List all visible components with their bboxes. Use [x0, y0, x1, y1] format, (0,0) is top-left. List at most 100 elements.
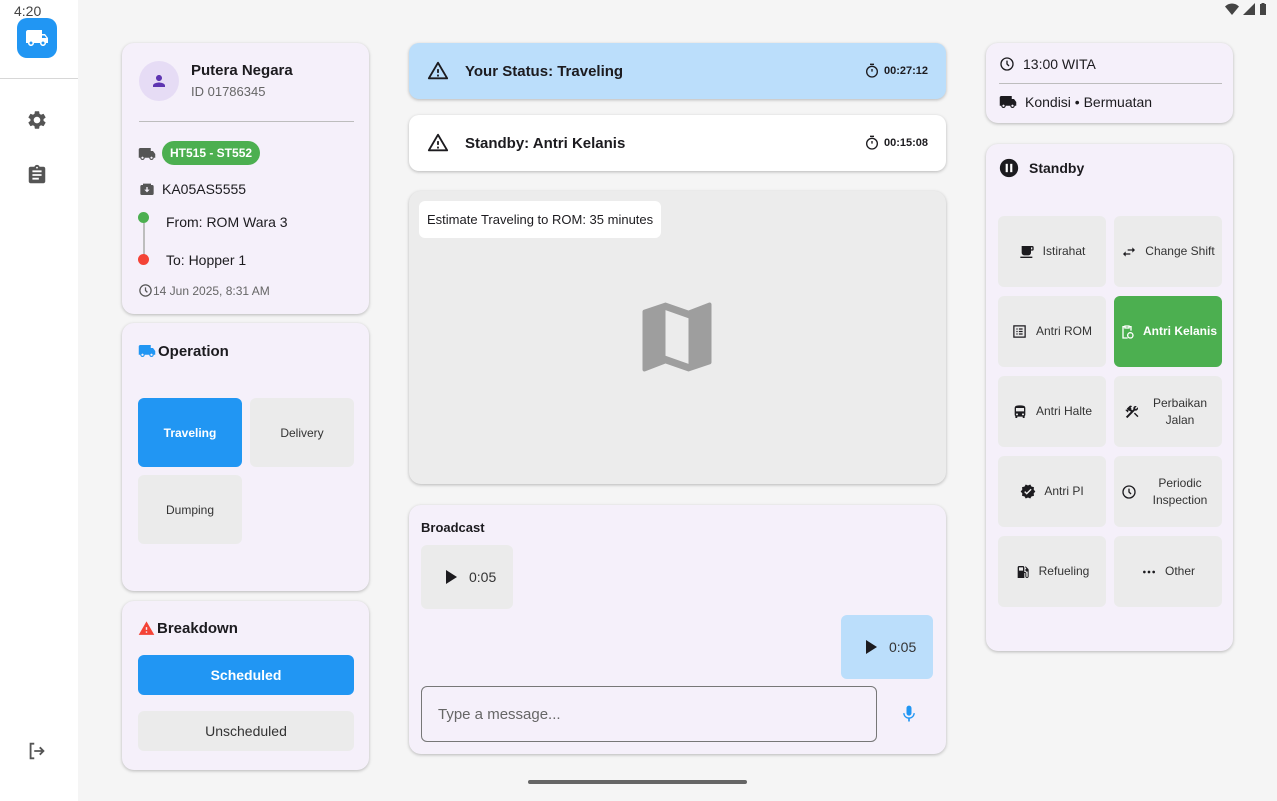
current-status-timer: 00:27:12: [864, 63, 928, 79]
map-icon: [642, 302, 712, 372]
info-divider: [999, 83, 1222, 84]
standby-other-button[interactable]: Other: [1114, 536, 1222, 607]
clock-icon: [139, 284, 152, 297]
fuel-icon: [1015, 564, 1031, 580]
clipboard-icon: [28, 164, 46, 184]
standby-status-time: 00:15:08: [883, 137, 928, 149]
list-icon: [1012, 324, 1028, 340]
standby-status-timer: 00:15:08: [864, 135, 928, 151]
settings-button[interactable]: [25, 108, 49, 132]
breakdown-card: Breakdown Scheduled Unscheduled: [122, 601, 369, 770]
mic-icon: [903, 705, 915, 722]
clock-icon: [1121, 484, 1137, 500]
standby-perbaikan-jalan-button[interactable]: Perbaikan Jalan: [1114, 376, 1222, 447]
destination-dot: [138, 254, 149, 265]
standby-header: Standby: [999, 158, 1084, 178]
info-time: 13:00 WITA: [1023, 56, 1096, 72]
logout-icon: [29, 742, 45, 760]
current-status-bar: Your Status: Traveling 00:27:12: [409, 43, 946, 99]
broadcast-title: Broadcast: [421, 520, 485, 535]
voice-message-outgoing[interactable]: 0:05: [841, 615, 933, 679]
stopwatch-icon: [865, 135, 878, 150]
map-card[interactable]: Estimate Traveling to ROM: 35 minutes: [409, 191, 946, 484]
clock-time: 4:20: [14, 3, 42, 19]
voice-message-incoming[interactable]: 0:05: [421, 545, 513, 609]
message-input[interactable]: [421, 686, 877, 742]
current-status-label: Your Status: Traveling: [465, 62, 624, 80]
standby-status-bar: Standby: Antri Kelanis 00:15:08: [409, 115, 946, 171]
operation-card: Operation Traveling Delivery Dumping: [122, 323, 369, 591]
driver-id: ID 01786345: [191, 84, 266, 99]
rail-divider: [0, 78, 78, 79]
warning-icon: [427, 133, 449, 152]
standby-card: Standby Istirahat Change Shift Antri ROM…: [986, 144, 1233, 651]
current-status-time: 00:27:12: [883, 65, 928, 77]
gear-icon: [28, 111, 46, 129]
stopwatch-icon: [865, 63, 878, 78]
operation-header: Operation: [138, 342, 229, 360]
standby-antri-pi-button[interactable]: Antri PI: [998, 456, 1106, 527]
route-from: From: ROM Wara 3: [166, 214, 288, 230]
navigation-rail: 4:20: [0, 0, 78, 801]
standby-refueling-button[interactable]: Refueling: [998, 536, 1106, 607]
plate-icon: [138, 180, 156, 198]
battery-icon: [1260, 3, 1266, 15]
coffee-icon: [1019, 244, 1035, 260]
standby-periodic-inspection-button[interactable]: Periodic Inspection: [1114, 456, 1222, 527]
traveling-button[interactable]: Traveling: [138, 398, 242, 467]
tools-icon: [1124, 404, 1140, 420]
route-to: To: Hopper 1: [166, 252, 247, 268]
warning-icon: [138, 621, 155, 635]
person-icon: [153, 75, 165, 87]
info-condition: Kondisi • Bermuatan: [1025, 94, 1153, 110]
profile-divider: [139, 121, 354, 122]
driver-profile-card: Putera Negara ID 01786345 HT515 - ST552 …: [122, 43, 369, 314]
truck-icon: [999, 96, 1017, 108]
play-icon[interactable]: [865, 640, 877, 654]
system-status-icons: [1225, 3, 1267, 15]
plate-number: KA05AS5555: [162, 181, 247, 197]
driver-name: Putera Negara: [191, 62, 293, 79]
voice-duration: 0:05: [469, 569, 497, 585]
profile-timestamp: 14 Jun 2025, 8:31 AM: [153, 284, 270, 298]
standby-antri-kelanis-button[interactable]: Antri Kelanis: [1114, 296, 1222, 367]
standby-title: Standby: [1029, 160, 1085, 176]
standby-antri-halte-button[interactable]: Antri Halte: [998, 376, 1106, 447]
nav-truck-button[interactable]: [17, 18, 57, 58]
bus-icon: [1012, 404, 1028, 420]
clock-icon: [1000, 57, 1014, 71]
avatar: [139, 61, 179, 101]
delivery-button[interactable]: Delivery: [250, 398, 354, 467]
standby-istirahat-button[interactable]: Istirahat: [998, 216, 1106, 287]
info-condition-row: Kondisi • Bermuatan: [999, 93, 1152, 111]
truck-icon: [26, 30, 48, 46]
play-icon[interactable]: [445, 570, 457, 584]
standby-status-label: Standby: Antri Kelanis: [465, 134, 626, 152]
broadcast-card: Broadcast 0:05 0:05: [409, 505, 946, 754]
unscheduled-button[interactable]: Unscheduled: [138, 711, 354, 751]
breakdown-header: Breakdown: [138, 620, 238, 637]
swap-icon: [1121, 244, 1137, 260]
origin-dot: [138, 212, 149, 223]
warning-icon: [427, 61, 449, 80]
unit-badge: HT515 - ST552: [162, 141, 261, 165]
standby-antri-rom-button[interactable]: Antri ROM: [998, 296, 1106, 367]
standby-change-shift-button[interactable]: Change Shift: [1114, 216, 1222, 287]
pause-circle-icon: [999, 158, 1019, 178]
wifi-icon: [1225, 3, 1239, 15]
more-icon: [1141, 564, 1157, 580]
breakdown-title: Breakdown: [157, 620, 238, 637]
verified-icon: [1020, 484, 1036, 500]
clipboard-clock-icon: [1119, 324, 1135, 340]
dumping-button[interactable]: Dumping: [138, 475, 242, 544]
truck-icon: [138, 145, 156, 163]
voice-duration: 0:05: [889, 639, 917, 655]
travel-estimate: Estimate Traveling to ROM: 35 minutes: [419, 201, 662, 238]
scheduled-button[interactable]: Scheduled: [138, 655, 354, 695]
operation-title: Operation: [158, 342, 229, 360]
clipboard-button[interactable]: [25, 163, 49, 187]
info-card: 13:00 WITA Kondisi • Bermuatan: [986, 43, 1233, 123]
home-indicator[interactable]: [528, 780, 747, 784]
mic-button[interactable]: [897, 702, 921, 726]
logout-button[interactable]: [25, 739, 49, 763]
